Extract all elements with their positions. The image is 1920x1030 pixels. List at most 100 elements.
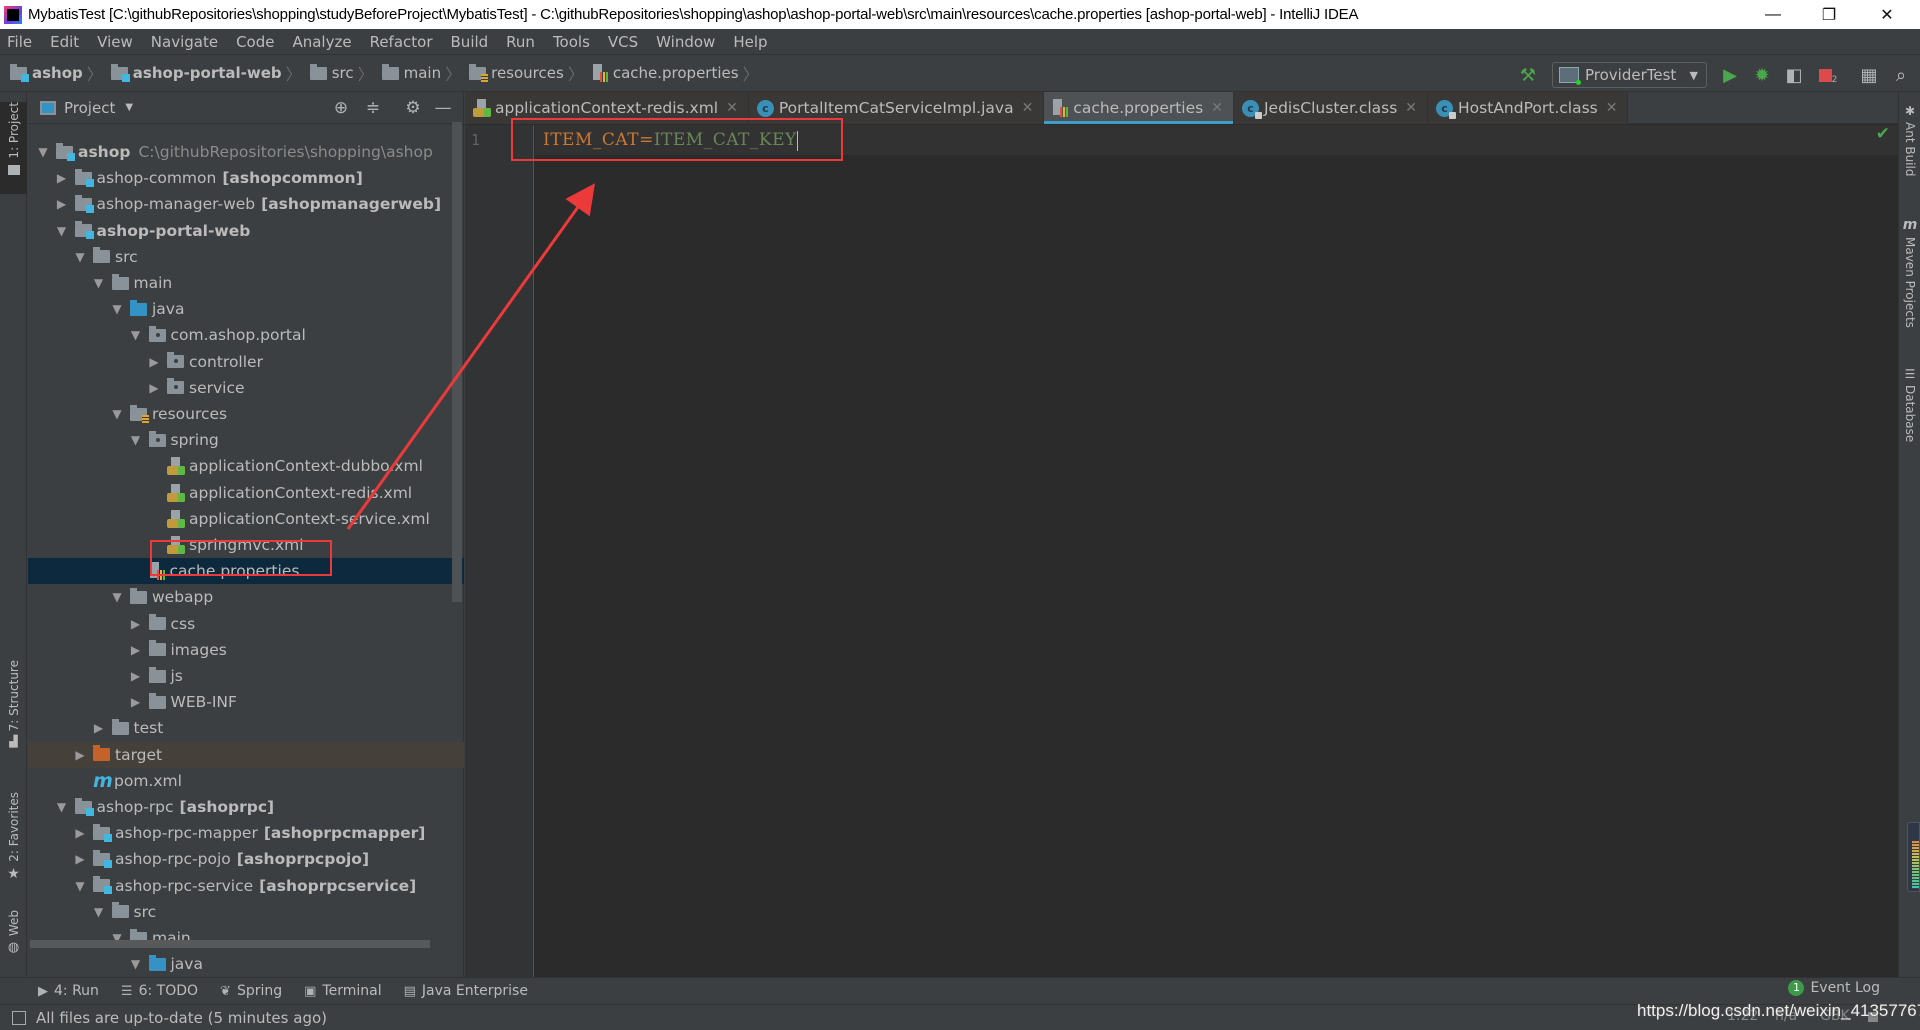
menu-navigate[interactable]: Navigate [148, 33, 221, 51]
run-icon[interactable]: ▶ [1719, 64, 1741, 86]
tree-node[interactable]: ▼ spring [28, 427, 464, 453]
collapse-arrow-icon[interactable]: ▶ [127, 643, 145, 657]
collapse-arrow-icon[interactable]: ▶ [71, 852, 89, 866]
minimize-button[interactable]: — [1750, 0, 1796, 29]
tool-tab-favorites[interactable]: 2: Favorites ★ [0, 792, 27, 882]
tool-button-run[interactable]: ▶ 4: Run [38, 983, 99, 999]
breadcrumb-main[interactable]: main 〉 [381, 61, 466, 85]
collapse-arrow-icon[interactable]: ▶ [71, 748, 89, 762]
run-with-coverage-icon[interactable]: ◧ [1783, 64, 1805, 86]
expand-arrow-icon[interactable]: ▼ [71, 250, 89, 264]
close-tab-icon[interactable]: ✕ [1022, 100, 1034, 116]
debug-bug-icon[interactable]: ✹ [1751, 64, 1773, 86]
collapse-arrow-icon[interactable]: ▶ [127, 695, 145, 709]
expand-arrow-icon[interactable]: ▼ [108, 302, 126, 316]
gear-icon[interactable]: ⚙ [402, 97, 424, 119]
tree-node[interactable]: m pom.xml [28, 768, 464, 794]
tool-tab-project[interactable]: 1: Project [0, 102, 27, 194]
tree-node[interactable]: ▼ java [28, 296, 464, 322]
collapse-arrow-icon[interactable]: ▶ [90, 721, 108, 735]
tool-button-spring[interactable]: ❦ Spring [220, 983, 282, 999]
tab-cache-properties[interactable]: cache.properties ✕ [1044, 92, 1234, 124]
expand-arrow-icon[interactable]: ▼ [90, 276, 108, 290]
tree-node[interactable]: ▶ ashop-manager-web [ashopmanagerweb] [28, 191, 464, 217]
collapse-arrow-icon[interactable]: ▶ [145, 381, 163, 395]
tool-button-todo[interactable]: ☰ 6: TODO [121, 983, 198, 999]
expand-arrow-icon[interactable]: ▼ [108, 590, 126, 604]
tree-node[interactable]: applicationContext-redis.xml [28, 480, 464, 506]
menu-help[interactable]: Help [730, 33, 770, 51]
horizontal-scrollbar[interactable] [30, 940, 430, 948]
run-configuration-select[interactable]: ProviderTest ▼ [1552, 62, 1707, 88]
menu-build[interactable]: Build [448, 33, 492, 51]
close-tab-icon[interactable]: ✕ [726, 100, 738, 116]
menu-run[interactable]: Run [503, 33, 538, 51]
menu-code[interactable]: Code [233, 33, 277, 51]
expand-arrow-icon[interactable]: ▼ [53, 224, 71, 238]
breadcrumb-cache-properties[interactable]: cache.properties 〉 [592, 61, 763, 85]
expand-arrow-icon[interactable]: ▼ [53, 800, 71, 814]
close-tab-icon[interactable]: ✕ [1606, 100, 1618, 116]
tree-node[interactable]: ▶ ashop-rpc-pojo [ashoprpcpojo] [28, 846, 464, 872]
tool-button-java-enterprise[interactable]: ▤ Java Enterprise [404, 983, 528, 999]
expand-arrow-icon[interactable]: ▼ [127, 328, 145, 342]
stop-button[interactable]: 2 [1817, 64, 1839, 86]
expand-arrow-icon[interactable]: ▼ [34, 145, 52, 159]
menu-tools[interactable]: Tools [550, 33, 593, 51]
menu-view[interactable]: View [94, 33, 136, 51]
tree-node[interactable]: ▼ main [28, 270, 464, 296]
tree-node[interactable]: ▶ css [28, 611, 464, 637]
tree-node[interactable]: ▼ ashop C:\githubRepositories\shopping\ash… [28, 139, 464, 165]
tree-node[interactable]: ▶ service [28, 375, 464, 401]
tree-node[interactable]: ▶ WEB-INF [28, 689, 464, 715]
tree-node[interactable]: ▼ ashop-rpc [ashoprpc] [28, 794, 464, 820]
tree-node[interactable]: ▼ src [28, 244, 464, 270]
tree-node[interactable]: applicationContext-service.xml [28, 506, 464, 532]
tree-node[interactable]: ▼ webapp [28, 584, 464, 610]
tab-hostandport[interactable]: c HostAndPort.class ✕ [1428, 92, 1629, 124]
chevron-down-icon[interactable]: ▼ [125, 102, 133, 113]
tool-button-terminal[interactable]: ▣ Terminal [304, 983, 381, 999]
collapse-arrow-icon[interactable]: ▶ [71, 826, 89, 840]
tree-node[interactable]: ▶ target [28, 741, 464, 768]
tree-node[interactable]: ▶ ashop-common [ashopcommon] [28, 165, 464, 191]
collapse-all-icon[interactable]: ≑ [362, 97, 384, 119]
menu-window[interactable]: Window [653, 33, 718, 51]
close-tab-icon[interactable]: ✕ [1405, 100, 1417, 116]
tree-node[interactable]: ▼ java [28, 951, 464, 977]
tree-node[interactable]: ▶ test [28, 715, 464, 741]
tool-tab-ant-build[interactable]: ✱ Ant Build [1899, 104, 1920, 184]
tree-node[interactable]: ▶ js [28, 663, 464, 689]
tree-node[interactable]: ▶ images [28, 637, 464, 663]
locate-crosshair-icon[interactable]: ⊕ [330, 97, 352, 119]
tree-node[interactable]: applicationContext-dubbo.xml [28, 453, 464, 479]
tree-node[interactable]: ▼ ashop-portal-web [28, 218, 464, 244]
project-structure-icon[interactable]: ▦ [1858, 64, 1880, 86]
tree-node[interactable]: ▶ ashop-rpc-mapper [ashoprpcmapper] [28, 820, 464, 846]
close-tab-icon[interactable]: ✕ [1211, 100, 1223, 116]
menu-analyze[interactable]: Analyze [289, 33, 354, 51]
tree-node[interactable]: ▼ src [28, 899, 464, 925]
collapse-arrow-icon[interactable]: ▶ [127, 617, 145, 631]
breadcrumb-ashop[interactable]: ashop 〉 [10, 61, 107, 85]
build-hammer-icon[interactable]: ⚒ [1517, 64, 1539, 86]
collapse-arrow-icon[interactable]: ▶ [127, 669, 145, 683]
search-everywhere-icon[interactable]: ⌕ [1890, 64, 1912, 86]
collapse-arrow-icon[interactable]: ▶ [53, 197, 71, 211]
toggle-tool-windows-icon[interactable] [12, 1010, 26, 1025]
tree-node[interactable]: ▼ com.ashop.portal [28, 322, 464, 348]
tool-tab-maven-projects[interactable]: m Maven Projects [1899, 217, 1920, 337]
tab-jediscluster[interactable]: c JedisCluster.class ✕ [1233, 92, 1429, 124]
menu-edit[interactable]: Edit [47, 33, 82, 51]
tool-tab-database[interactable]: ☰ Database [1899, 367, 1920, 457]
vertical-scrollbar[interactable] [452, 122, 462, 602]
tree-node[interactable]: ▼ ashop-rpc-service [ashoprpcservice] [28, 873, 464, 899]
menu-refactor[interactable]: Refactor [367, 33, 436, 51]
expand-arrow-icon[interactable]: ▼ [108, 407, 126, 421]
breadcrumb-resources[interactable]: resources 〉 [469, 61, 588, 85]
menu-file[interactable]: File [4, 33, 35, 51]
tool-tab-web[interactable]: Web ◍ [0, 910, 27, 970]
close-button[interactable]: ✕ [1864, 0, 1910, 29]
expand-arrow-icon[interactable]: ▼ [127, 433, 145, 447]
collapse-arrow-icon[interactable]: ▶ [53, 171, 71, 185]
